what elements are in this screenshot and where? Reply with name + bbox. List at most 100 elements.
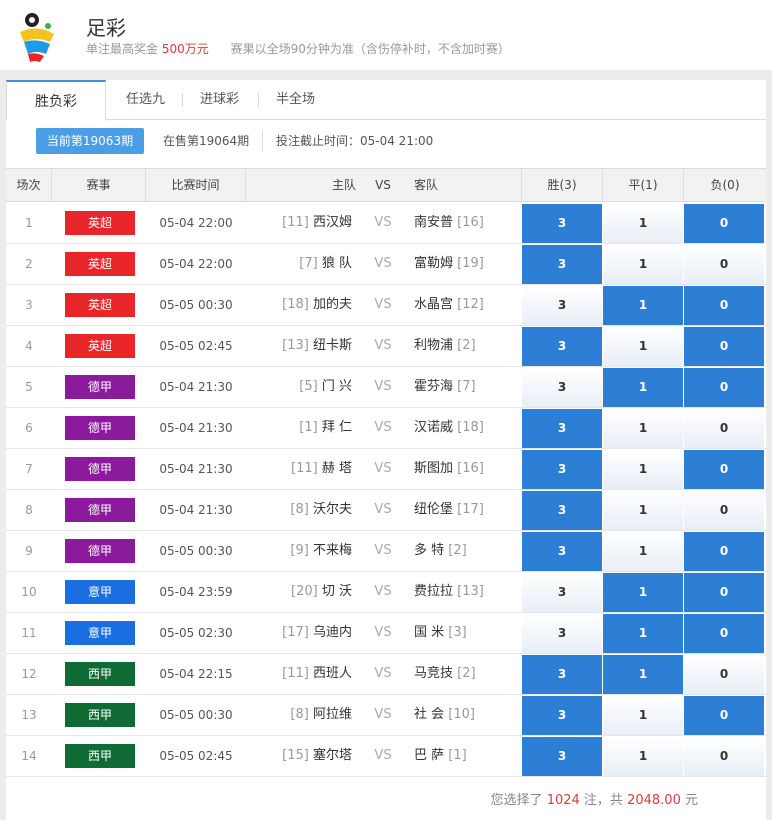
vs-label: VS	[374, 543, 392, 558]
match-number: 12	[21, 667, 37, 681]
option-draw-button[interactable]: 1	[603, 245, 683, 284]
home-rank: [17]	[282, 625, 309, 640]
option-lose-button[interactable]: 0	[684, 655, 764, 694]
option-draw-button[interactable]: 1	[603, 327, 683, 366]
option-lose-button[interactable]: 0	[684, 245, 764, 284]
selection-summary: 您选择了 1024 注，共 2048.00 元	[491, 789, 698, 808]
option-win-button[interactable]: 3	[522, 327, 602, 366]
option-draw-button[interactable]: 1	[603, 204, 683, 243]
away-team-name: 国 米	[414, 625, 445, 640]
away-rank: [17]	[457, 502, 484, 517]
option-draw-button[interactable]: 1	[603, 450, 683, 489]
match-row: 6 德甲 05-04 21:30 [1] 拜 仁 VS 汉诺威 [18] 3 1 0	[6, 408, 766, 449]
option-draw-button[interactable]: 1	[603, 532, 683, 571]
vs-label: VS	[374, 215, 392, 230]
home-rank: [11]	[282, 215, 309, 230]
tab-jinqiucai[interactable]: 进球彩	[200, 80, 239, 120]
option-draw-button[interactable]: 1	[603, 737, 683, 776]
option-win-button[interactable]: 3	[522, 368, 602, 407]
home-team-name: 西汉姆	[312, 215, 352, 230]
current-issue-button[interactable]: 当前第19063期	[36, 128, 144, 154]
next-issue-link[interactable]: 在售第19064期	[163, 128, 249, 154]
league-badge: 英超	[65, 211, 135, 235]
option-lose-button[interactable]: 0	[684, 696, 764, 735]
option-win-button[interactable]: 3	[522, 245, 602, 284]
home-rank: [18]	[282, 297, 309, 312]
tab-divider	[258, 93, 259, 107]
summary-suffix: 元	[684, 793, 698, 808]
option-lose-button[interactable]: 0	[684, 491, 764, 530]
option-win-button[interactable]: 3	[522, 655, 602, 694]
away-rank: [18]	[457, 420, 484, 435]
option-win-button[interactable]: 3	[522, 573, 602, 612]
match-time: 05-04 21:30	[159, 503, 233, 517]
option-draw-button[interactable]: 1	[603, 573, 683, 612]
away-team-name: 南安普	[414, 215, 454, 230]
col-header-no: 场次	[6, 169, 52, 202]
option-lose-button[interactable]: 0	[684, 450, 764, 489]
option-win-button[interactable]: 3	[522, 614, 602, 653]
away-rank: [13]	[457, 584, 484, 599]
home-team: [8] 沃尔夫	[246, 490, 352, 530]
option-draw-button[interactable]: 1	[603, 696, 683, 735]
away-team: 国 米 [3]	[414, 613, 514, 653]
option-draw-button[interactable]: 1	[603, 655, 683, 694]
home-team-name: 切 沃	[321, 584, 352, 599]
option-lose-button[interactable]: 0	[684, 327, 764, 366]
home-team: [17] 乌迪内	[246, 613, 352, 653]
option-lose-button[interactable]: 0	[684, 409, 764, 448]
option-win-button[interactable]: 3	[522, 450, 602, 489]
match-number: 13	[21, 708, 37, 722]
away-rank: [2]	[448, 543, 467, 558]
option-draw-button[interactable]: 1	[603, 286, 683, 325]
option-win-button[interactable]: 3	[522, 409, 602, 448]
match-number: 7	[25, 462, 33, 476]
away-team-name: 纽伦堡	[414, 502, 454, 517]
option-lose-button[interactable]: 0	[684, 532, 764, 571]
home-team: [8] 阿拉维	[246, 695, 352, 735]
home-team: [15] 塞尔塔	[246, 736, 352, 776]
option-lose-button[interactable]: 0	[684, 368, 764, 407]
option-win-button[interactable]: 3	[522, 696, 602, 735]
away-team: 马竞技 [2]	[414, 654, 514, 694]
option-lose-button[interactable]: 0	[684, 286, 764, 325]
match-row: 4 英超 05-05 02:45 [13] 纽卡斯 VS 利物浦 [2] 3 1 0	[6, 326, 766, 367]
option-lose-button[interactable]: 0	[684, 737, 764, 776]
match-number: 6	[25, 421, 33, 435]
summary-prefix: 您选择了	[490, 793, 543, 808]
option-win-button[interactable]: 3	[522, 737, 602, 776]
option-win-button[interactable]: 3	[522, 204, 602, 243]
option-lose-button[interactable]: 0	[684, 614, 764, 653]
away-team: 费拉拉 [13]	[414, 572, 514, 612]
option-win-button[interactable]: 3	[522, 532, 602, 571]
home-rank: [9]	[290, 543, 309, 558]
match-time: 05-05 00:30	[159, 298, 233, 312]
option-draw-button[interactable]: 1	[603, 491, 683, 530]
away-rank: [19]	[457, 256, 484, 271]
tab-shengfucai[interactable]: 胜负彩	[6, 80, 106, 121]
table-header: 场次 赛事 比赛时间 主队 VS 客队 胜(3) 平(1) 负(0)	[6, 168, 766, 202]
away-rank: [12]	[457, 297, 484, 312]
tab-renxuanjiu[interactable]: 任选九	[126, 80, 165, 120]
option-win-button[interactable]: 3	[522, 491, 602, 530]
game-tabs: 胜负彩 任选九 进球彩 半全场	[6, 80, 766, 121]
home-team: [1] 拜 仁	[246, 408, 352, 448]
match-row: 9 德甲 05-05 00:30 [9] 不来梅 VS 多 特 [2] 3 1 0	[6, 531, 766, 572]
tab-divider	[182, 93, 183, 107]
vs-label: VS	[374, 379, 392, 394]
tab-banquanchang[interactable]: 半全场	[276, 80, 315, 120]
option-draw-button[interactable]: 1	[603, 614, 683, 653]
option-lose-button[interactable]: 0	[684, 573, 764, 612]
match-row: 7 德甲 05-04 21:30 [11] 赫 塔 VS 斯图加 [16] 3 1 0	[6, 449, 766, 490]
away-team: 多 特 [2]	[414, 531, 514, 571]
match-time: 05-05 02:45	[159, 749, 233, 763]
option-lose-button[interactable]: 0	[684, 204, 764, 243]
page-title: 足彩	[86, 16, 126, 40]
away-team-name: 霍芬海	[414, 379, 454, 394]
home-team-name: 拜 仁	[321, 420, 352, 435]
vs-label: VS	[374, 666, 392, 681]
option-win-button[interactable]: 3	[522, 286, 602, 325]
option-draw-button[interactable]: 1	[603, 409, 683, 448]
match-time: 05-04 22:00	[159, 216, 233, 230]
option-draw-button[interactable]: 1	[603, 368, 683, 407]
